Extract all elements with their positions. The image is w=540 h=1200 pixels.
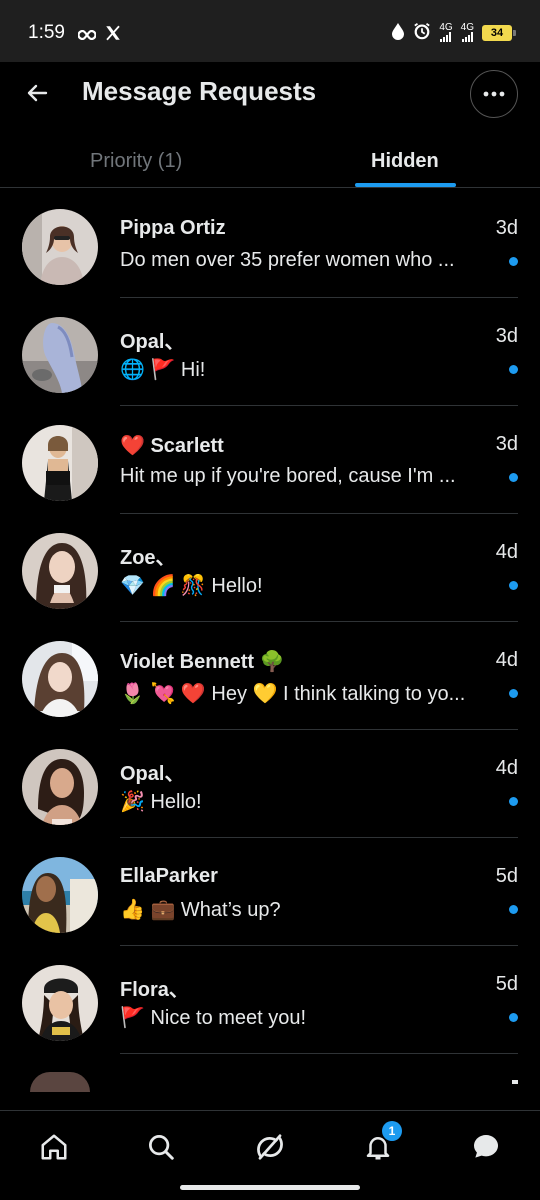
- alarm-icon: [413, 22, 431, 43]
- unread-dot: [509, 797, 518, 806]
- search-icon: [149, 1135, 174, 1160]
- message-row-ellaparker[interactable]: EllaParker 5d 👍 💼 What’s up?: [0, 838, 540, 946]
- message-time: 3d: [495, 325, 518, 347]
- sender-name: Flora、: [120, 979, 189, 1001]
- more-icon: [483, 91, 505, 97]
- notifications-badge: 1: [382, 1121, 402, 1141]
- message-row-flora[interactable]: Flora、 5d 🚩 Nice to meet you!: [0, 946, 540, 1054]
- sender-name: Opal、: [120, 331, 185, 353]
- message-preview: 👍 💼 What’s up?: [120, 899, 281, 921]
- message-preview: 💎 🌈 🎊 Hello!: [120, 575, 263, 597]
- signal-2-icon: 4G: [461, 23, 474, 42]
- back-button[interactable]: [22, 78, 52, 108]
- avatar: [22, 425, 98, 501]
- battery-icon: 34: [482, 24, 516, 41]
- unread-dot: [509, 257, 518, 266]
- status-bar: 1:59 4G 4G 34: [0, 0, 540, 62]
- nav-messages-button[interactable]: [466, 1127, 506, 1167]
- infinity-icon: [77, 27, 97, 45]
- message-preview: Do men over 35 prefer women who ...: [120, 249, 455, 271]
- avatar: [22, 317, 98, 393]
- avatar: [22, 641, 98, 717]
- avatar: [22, 749, 98, 825]
- messages-icon: [474, 1135, 498, 1158]
- avatar: [22, 857, 98, 933]
- message-time: 3d: [495, 217, 518, 239]
- home-indicator: [180, 1185, 360, 1190]
- page-title: Message Requests: [82, 76, 317, 106]
- partial-avatar: [30, 1072, 90, 1092]
- unread-dot: [509, 1013, 518, 1022]
- tab-selected-indicator: [355, 183, 456, 187]
- sender-name: Pippa Ortiz: [120, 217, 226, 239]
- partial-row-time: [512, 1080, 518, 1084]
- back-arrow-icon: [27, 84, 48, 102]
- message-row-opal-2[interactable]: Opal、 4d 🎉 Hello!: [0, 730, 540, 838]
- battery-level: 34: [490, 26, 504, 39]
- header: Message Requests: [0, 62, 540, 126]
- home-icon: [41, 1134, 67, 1160]
- sender-name: Opal、: [120, 763, 185, 785]
- signal-1-icon: 4G: [439, 22, 453, 42]
- sender-name: EllaParker: [120, 865, 218, 887]
- avatar: [22, 965, 98, 1041]
- more-options-button[interactable]: [470, 70, 518, 118]
- nav-notifications-button[interactable]: 1: [358, 1121, 402, 1167]
- message-time: 5d: [495, 865, 518, 887]
- message-row-scarlett[interactable]: ❤️ Scarlett 3d Hit me up if you're bored…: [0, 406, 540, 514]
- drop-icon: [391, 22, 405, 43]
- message-request-list: Pippa Ortiz 3d Do men over 35 prefer wom…: [0, 190, 540, 1054]
- divider: [120, 1053, 518, 1054]
- tab-hidden[interactable]: Hidden: [371, 150, 439, 173]
- unread-dot: [509, 473, 518, 482]
- avatar: [22, 533, 98, 609]
- unread-dot: [509, 365, 518, 374]
- message-row-zoe[interactable]: Zoe、 4d 💎 🌈 🎊 Hello!: [0, 514, 540, 622]
- message-time: 4d: [495, 757, 518, 779]
- unread-dot: [509, 581, 518, 590]
- tab-bar: Priority (1) Hidden: [0, 134, 540, 188]
- nav-home-button[interactable]: [34, 1127, 74, 1167]
- unread-dot: [509, 905, 518, 914]
- message-time: 3d: [495, 433, 518, 455]
- tab-priority[interactable]: Priority (1): [90, 150, 182, 173]
- unread-dot: [509, 689, 518, 698]
- message-time: 5d: [495, 973, 518, 995]
- message-preview: 🎉 Hello!: [120, 791, 202, 813]
- message-row-opal[interactable]: Opal、 3d 🌐 🚩 Hi!: [0, 298, 540, 406]
- message-preview: 🚩 Nice to meet you!: [120, 1007, 307, 1029]
- sender-name: Violet Bennett 🌳: [120, 651, 285, 673]
- message-time: 4d: [495, 649, 518, 671]
- grok-icon: [257, 1134, 283, 1160]
- sender-name: ❤️ Scarlett: [120, 435, 224, 457]
- message-row-violet-bennett[interactable]: Violet Bennett 🌳 4d 🌷 💘 ❤️ Hey 💛 I think…: [0, 622, 540, 730]
- message-row-pippa-ortiz[interactable]: Pippa Ortiz 3d Do men over 35 prefer wom…: [0, 190, 540, 298]
- message-preview: 🌐 🚩 Hi!: [120, 359, 206, 381]
- x-logo-icon: [104, 24, 122, 47]
- network-type-1: 4G: [439, 22, 453, 33]
- message-preview: Hit me up if you're bored, cause I'm ...: [120, 465, 456, 487]
- status-time: 1:59: [28, 22, 65, 43]
- network-type-2: 4G: [460, 22, 474, 33]
- sender-name: Zoe、: [120, 547, 176, 569]
- nav-grok-button[interactable]: [250, 1127, 290, 1167]
- nav-search-button[interactable]: [141, 1127, 181, 1167]
- message-preview: 🌷 💘 ❤️ Hey 💛 I think talking to yo...: [120, 683, 466, 705]
- avatar: [22, 209, 98, 285]
- message-time: 4d: [495, 541, 518, 563]
